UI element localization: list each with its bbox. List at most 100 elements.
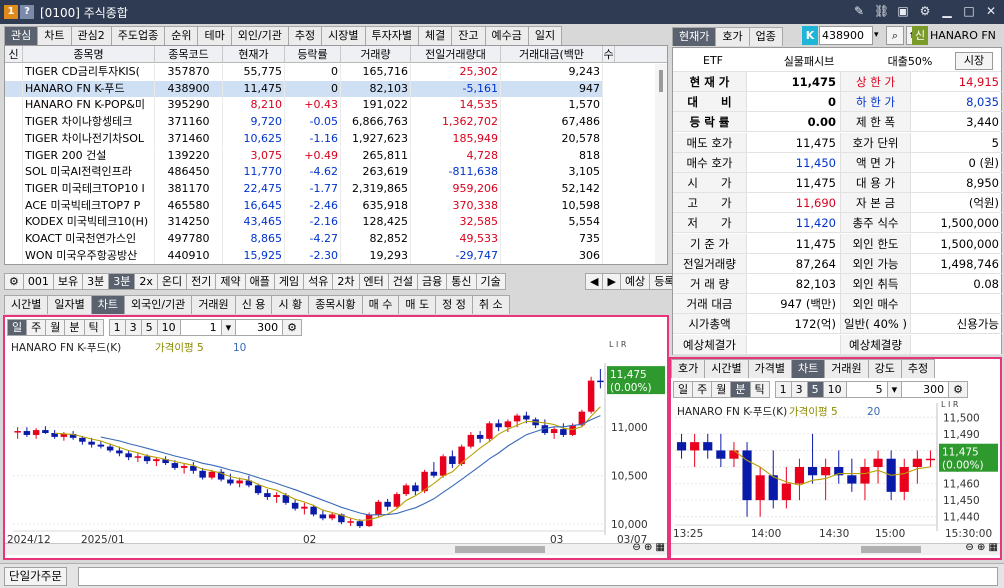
table-row[interactable]: TIGER CD금리투자KIS(357870 55,775 0 165,716 25,3… (5, 64, 603, 81)
chart-tab-5[interactable]: 신 용 (234, 295, 273, 314)
group-item-2[interactable]: 3분 (82, 273, 110, 290)
col-header-5[interactable]: 거래량 (341, 46, 411, 62)
group-item-14[interactable]: 금융 (417, 273, 448, 290)
search-icon[interactable]: ⌕ (886, 26, 904, 45)
quote-tab-1[interactable]: 호가 (715, 27, 750, 46)
interval-3[interactable]: 10 (156, 319, 181, 336)
main-chart-svg[interactable]: 11,00010,50010,00011,475(0.00%)2024/12 20… (5, 337, 667, 547)
group-item-15[interactable]: 통신 (446, 273, 477, 290)
group-item-7[interactable]: 제약 (215, 273, 246, 290)
table-row[interactable]: TIGER 차이나항셍테크 371160 9,720 -0.05 6,866,763 1,… (5, 114, 603, 131)
group-item-0[interactable]: 001 (22, 273, 54, 290)
watchlist-tab-3[interactable]: 주도업종 (110, 26, 166, 45)
watchlist-tab-1[interactable]: 차트 (37, 26, 72, 45)
chart-tab-3[interactable]: 외국인/기관 (124, 295, 193, 314)
chart-tab-7[interactable]: 종목시황 (308, 295, 363, 314)
watchlist-tab-9[interactable]: 투자자별 (364, 26, 420, 45)
maximize-icon[interactable]: □ (962, 3, 976, 19)
group-item-4[interactable]: 2x (134, 273, 158, 290)
chart-tab-6[interactable]: 시 황 (271, 295, 310, 314)
close-icon[interactable]: ✕ (984, 3, 998, 19)
zoom-icons[interactable]: ⊖ ⊕ ▦ (632, 542, 665, 553)
stock-code-input[interactable]: 438900 (819, 26, 873, 45)
interval-2[interactable]: 5 (806, 381, 824, 398)
watchlist-tab-4[interactable]: 순위 (164, 26, 199, 45)
period-1[interactable]: 주 (26, 319, 47, 336)
mini-zoom-icons[interactable]: ⊖ ⊕ ▦ (965, 542, 998, 553)
mini-tab-0[interactable]: 호가 (671, 359, 706, 378)
quote-tab-0[interactable]: 현재가 (672, 27, 717, 46)
count-input[interactable]: 300 (235, 319, 284, 336)
group-item-8[interactable]: 애플 (244, 273, 275, 290)
table-row[interactable]: SOL 미국AI전력인프라 486450 11,770 -4.62 263,619 -81… (5, 164, 603, 181)
group-item-1[interactable]: 보유 (52, 273, 84, 290)
col-header-6[interactable]: 전일거래량대 (411, 46, 501, 62)
period-4[interactable]: 틱 (83, 319, 104, 336)
group-item-9[interactable]: 게임 (273, 273, 305, 290)
group-item-6[interactable]: 전기 (186, 273, 217, 290)
mini-chart-hscroll[interactable]: ⊖ ⊕ ▦ (671, 542, 1000, 555)
next-arrow-icon[interactable]: ▶ (602, 273, 621, 290)
watchlist-tab-11[interactable]: 잔고 (451, 26, 486, 45)
interval-combo[interactable]: 1 (179, 319, 222, 336)
count-input[interactable]: 300 (901, 381, 950, 398)
mini-tab-4[interactable]: 거래원 (824, 359, 869, 378)
period-4[interactable]: 틱 (749, 381, 770, 398)
single-price-order-button[interactable]: 단일가주문 (4, 567, 67, 586)
chart-tab-10[interactable]: 정 정 (435, 295, 473, 314)
gear-icon[interactable]: ⚙ (918, 3, 932, 19)
col-header-3[interactable]: 현재가 (223, 46, 285, 62)
chart-tab-0[interactable]: 시간별 (4, 295, 49, 314)
mini-tab-5[interactable]: 강도 (867, 359, 902, 378)
minimize-icon[interactable]: ▁ (940, 3, 954, 19)
mini-tab-6[interactable]: 추정 (900, 359, 936, 378)
period-0[interactable]: 일 (673, 381, 694, 398)
combo-dropdown-icon[interactable]: ▾ (886, 381, 903, 398)
group-item-10[interactable]: 석유 (303, 273, 334, 290)
period-3[interactable]: 분 (730, 381, 751, 398)
group-item-16[interactable]: 기술 (475, 273, 506, 290)
table-row[interactable]: HANARO FN K-푸드 438900 11,475 0 82,103 -5,161 9… (5, 80, 603, 98)
memo-icon[interactable]: ✎ (852, 3, 866, 19)
table-row[interactable]: HANARO FN K-POP&미 395290 8,210 +0.43 191,022… (5, 97, 603, 115)
chart-gear-icon[interactable]: ⚙ (948, 381, 969, 398)
quote-tab-2[interactable]: 업종 (748, 27, 783, 46)
window-number-icon[interactable]: 1 (4, 5, 18, 19)
table-row[interactable]: ACE 미국빅테크TOP7 P 465580 16,645 -2.46 635,918 3… (5, 197, 603, 215)
mini-tab-3[interactable]: 차트 (791, 359, 826, 378)
interval-combo[interactable]: 5 (845, 381, 888, 398)
period-3[interactable]: 분 (64, 319, 85, 336)
col-header-1[interactable]: 종목명 (23, 46, 155, 62)
watchlist-tab-13[interactable]: 일지 (527, 26, 563, 45)
watchlist-tab-7[interactable]: 추정 (287, 26, 323, 45)
interval-2[interactable]: 5 (140, 319, 158, 336)
period-0[interactable]: 일 (7, 319, 28, 336)
watchlist-scrollbar[interactable] (655, 64, 667, 264)
expect-button[interactable]: 예상 (619, 273, 651, 290)
table-row[interactable]: WON 미국우주항공방산 440910 15,925 -2.30 19,293 -29,7… (5, 247, 603, 264)
col-header-0[interactable]: 신 (5, 46, 23, 62)
group-item-5[interactable]: 온디 (156, 273, 188, 290)
mini-chart-svg[interactable]: 11,50011,49011,48011,47011,46011,45011,4… (671, 401, 1000, 541)
chart-tab-8[interactable]: 매 수 (361, 295, 400, 314)
mini-tab-1[interactable]: 시간별 (704, 359, 749, 378)
help-icon[interactable]: ? (20, 5, 34, 19)
chart-tab-1[interactable]: 일자별 (47, 295, 92, 314)
mini-tab-2[interactable]: 가격별 (747, 359, 792, 378)
watchlist-tab-12[interactable]: 예수금 (484, 26, 529, 45)
interval-0[interactable]: 1 (108, 319, 126, 336)
period-1[interactable]: 주 (692, 381, 713, 398)
period-2[interactable]: 월 (711, 381, 732, 398)
chart-tab-2[interactable]: 차트 (90, 295, 125, 314)
col-header-7[interactable]: 거래대금(백만 (501, 46, 603, 62)
interval-3[interactable]: 10 (822, 381, 847, 398)
link-icon[interactable]: ⛓ (874, 3, 889, 19)
watchlist-tab-5[interactable]: 테마 (197, 26, 232, 45)
main-chart-hscroll[interactable]: ⊖ ⊕ ▦ (5, 542, 667, 555)
chart-tab-9[interactable]: 매 도 (398, 295, 437, 314)
period-2[interactable]: 월 (45, 319, 66, 336)
group-item-11[interactable]: 2차 (332, 273, 360, 290)
watchlist-tab-0[interactable]: 관심 (4, 26, 39, 45)
col-header-4[interactable]: 등락률 (285, 46, 341, 62)
table-row[interactable]: KOACT 미국천연가스인 497780 8,865 -4.27 82,852 49,53… (5, 231, 603, 248)
